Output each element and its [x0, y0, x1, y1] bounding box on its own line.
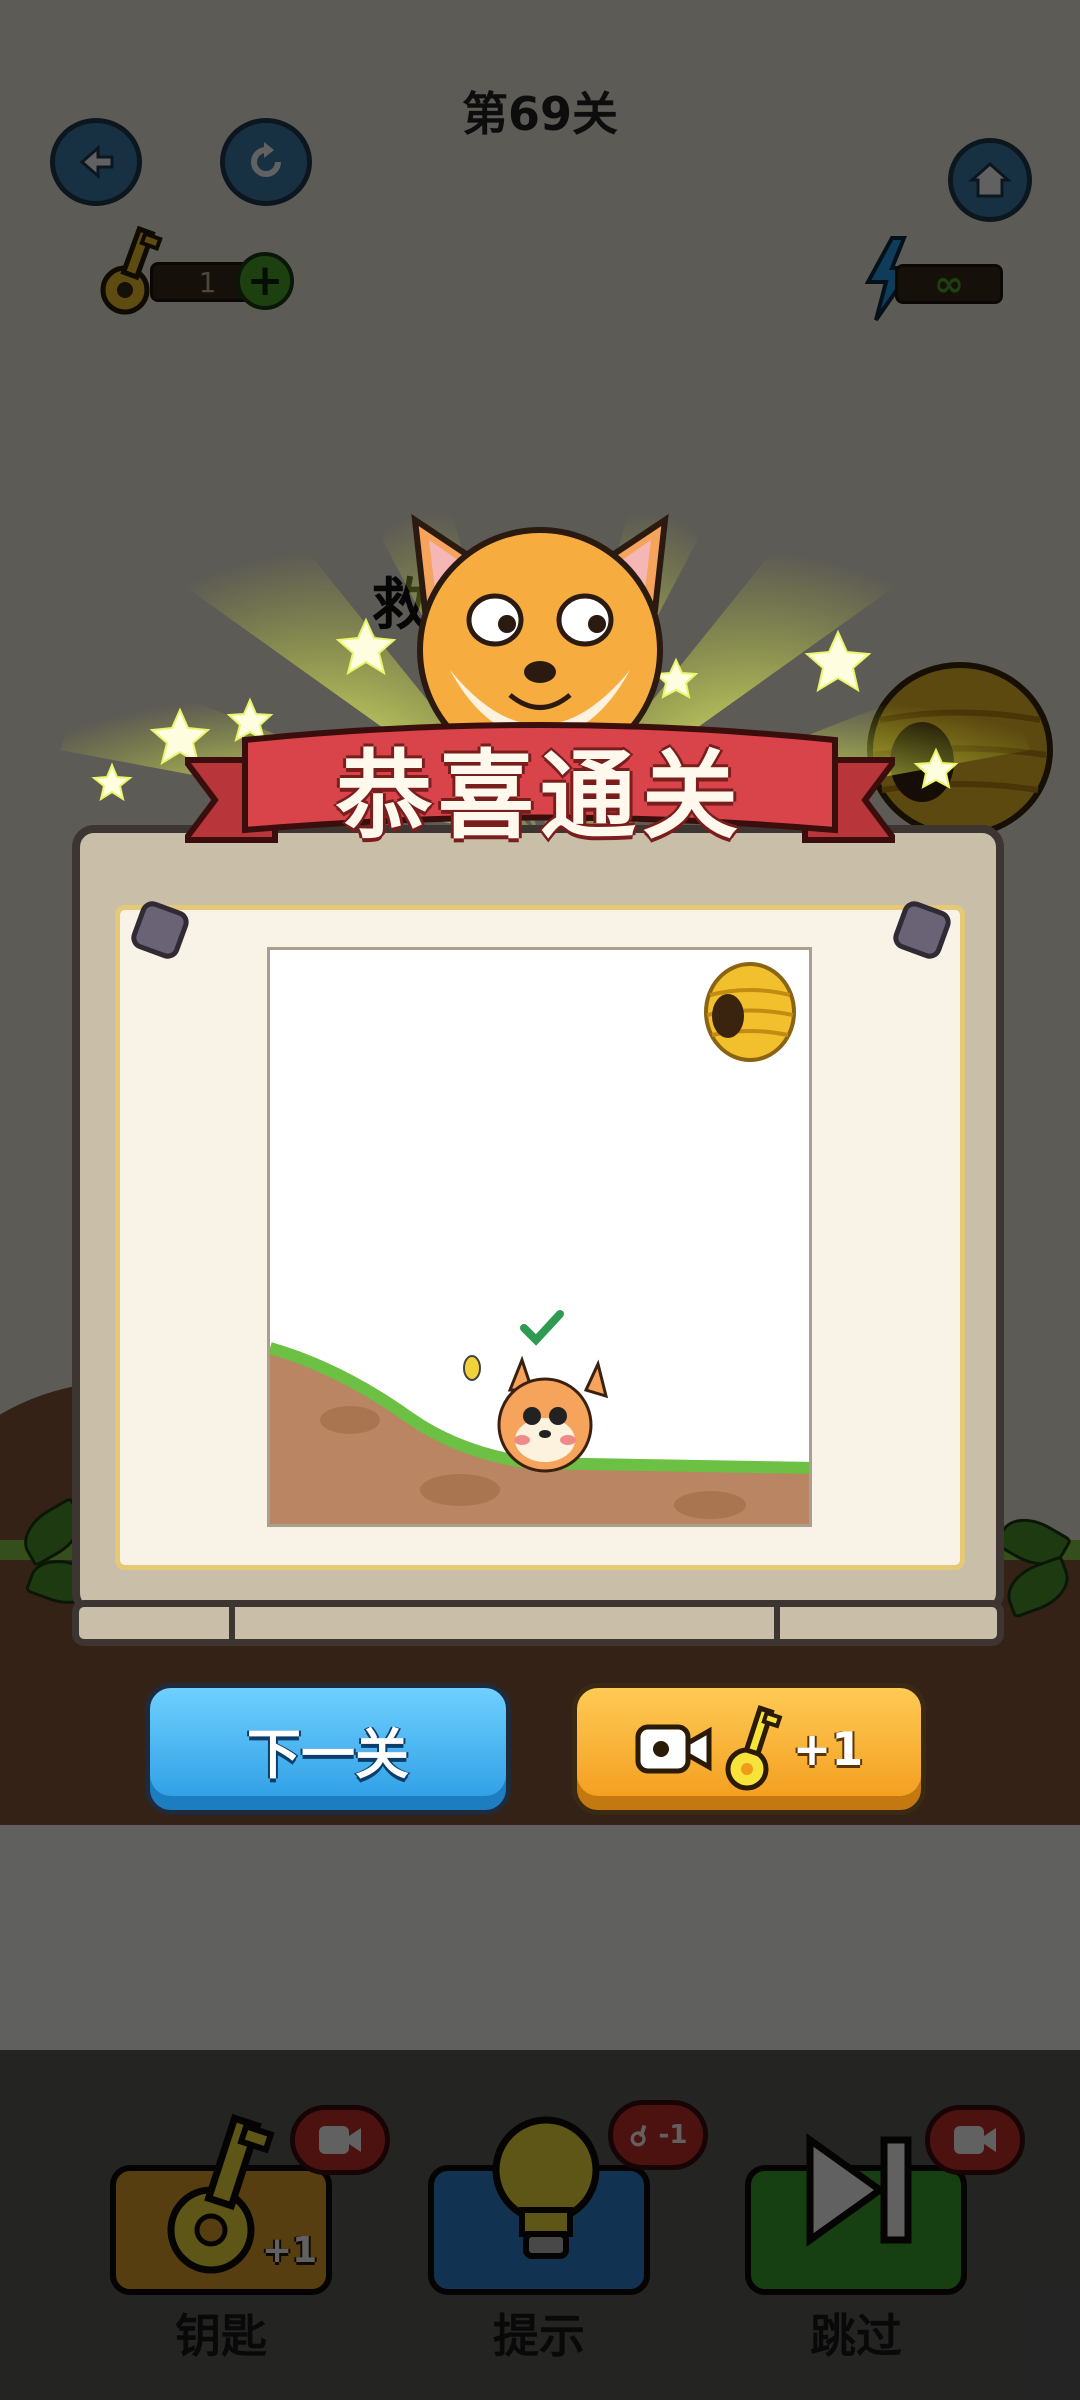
- key-tool-badge: +1: [262, 2230, 318, 2271]
- home-button[interactable]: [948, 138, 1032, 222]
- skip-icon: [806, 2133, 912, 2247]
- level-title: 第69关: [461, 87, 618, 141]
- home-icon: [968, 161, 1012, 198]
- dog-icon: [497, 1355, 609, 1473]
- restart-button[interactable]: [220, 118, 312, 206]
- skip-tool-label: 跳过: [810, 2309, 902, 2363]
- lightbulb-icon: [492, 2116, 600, 2259]
- hint-tool-key-cost: -1: [658, 2120, 688, 2150]
- check-icon: [520, 1310, 564, 1346]
- key-icon: [630, 2124, 646, 2147]
- key-icon: [167, 2113, 275, 2274]
- video-key-reward: +1: [792, 1722, 864, 1776]
- result-frame-base: [72, 1600, 1004, 1646]
- add-key-button[interactable]: +: [236, 252, 294, 310]
- level-preview-scene: [270, 962, 809, 1524]
- key-tool-label: 钥匙: [175, 2309, 267, 2363]
- bee-icon: [463, 1355, 481, 1381]
- skip-tool-video-bubble: [925, 2105, 1025, 2175]
- restart-icon: [251, 142, 281, 177]
- hint-tool-key-cost-bubble: -1: [608, 2100, 708, 2170]
- beehive-icon: [704, 962, 796, 1062]
- next-level-label: 下一关: [247, 1722, 409, 1786]
- hint-tool-label: 提示: [493, 2309, 585, 2363]
- video-camera-icon: [954, 2126, 996, 2154]
- key-tool-video-bubble: [290, 2105, 390, 2175]
- level-preview: [267, 947, 812, 1527]
- video-camera-icon: [319, 2126, 361, 2154]
- key-icon: [725, 1705, 783, 1791]
- back-arrow-icon: [79, 144, 114, 180]
- back-button[interactable]: [50, 118, 142, 206]
- congrats-banner-text: 恭喜通关: [336, 740, 744, 852]
- next-level-button[interactable]: 下一关: [145, 1683, 511, 1815]
- watch-video-key-button[interactable]: +1: [572, 1683, 926, 1815]
- energy-value: ∞: [895, 264, 1003, 305]
- video-camera-icon: [635, 1724, 712, 1774]
